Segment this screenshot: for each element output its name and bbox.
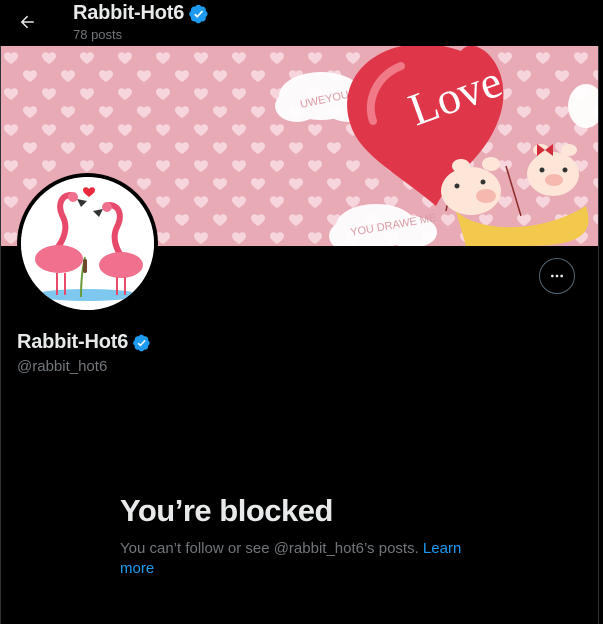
blocked-message-container: You can’t follow or see @rabbit_hot6’s p…: [120, 539, 480, 579]
more-options-icon: [551, 274, 563, 278]
back-arrow-icon: [20, 15, 34, 29]
back-button[interactable]: [13, 8, 41, 36]
flamingo-avatar-illustration: [21, 177, 154, 310]
profile-avatar[interactable]: [17, 173, 158, 314]
profile-display-name: Rabbit-Hot6: [17, 331, 129, 353]
blocked-title: You’re blocked: [120, 493, 333, 528]
more-options-button[interactable]: [539, 258, 575, 294]
blocked-notice: You’re blocked You can’t follow or see @…: [120, 493, 480, 579]
right-border: [598, 0, 599, 624]
verified-badge-icon: [133, 334, 150, 351]
blocked-message: You can’t follow or see @rabbit_hot6’s p…: [120, 540, 419, 557]
posts-count: 78 posts: [73, 27, 123, 42]
profile-handle: @rabbit_hot6: [17, 358, 108, 375]
verified-badge-icon: [189, 4, 208, 23]
profile-header: Rabbit-Hot6 78 posts: [0, 0, 603, 46]
profile-name-row: Rabbit-Hot6: [17, 331, 151, 354]
header-title: Rabbit-Hot6: [73, 2, 185, 24]
title-row: Rabbit-Hot6: [73, 2, 209, 25]
avatar-image: [21, 177, 154, 310]
